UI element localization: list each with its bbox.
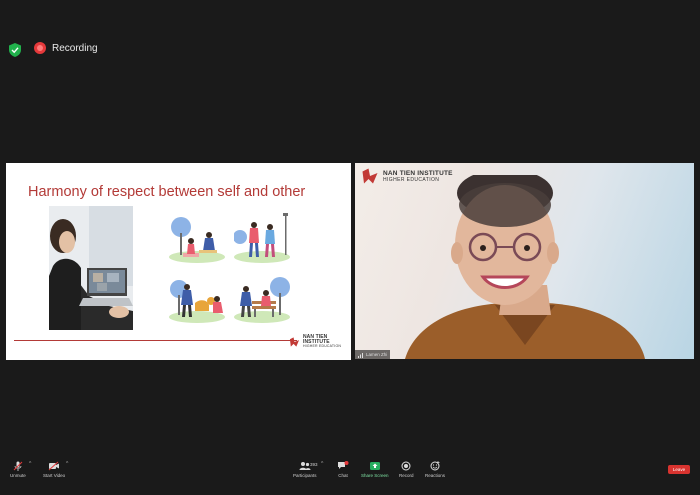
participant-video-person (405, 175, 645, 359)
chat-button[interactable]: Chat (337, 461, 349, 478)
reactions-button[interactable]: Reactions (425, 461, 445, 478)
slide-illustration-park-bench (234, 277, 290, 323)
slide-illustration-friends (234, 213, 290, 263)
signal-bars-icon (358, 352, 363, 358)
meeting-toolbar: Unmute ^ Start Video ^ Participants 393 … (0, 455, 700, 495)
share-screen-icon (369, 462, 380, 470)
camera-logo-line1: NAN TIEN INSTITUTE (383, 169, 453, 177)
unmute-label: Unmute (10, 473, 26, 478)
reactions-label: Reactions (425, 473, 446, 478)
start-video-button[interactable]: Start Video (43, 461, 65, 478)
shield-icon[interactable] (9, 43, 21, 57)
participants-chevron-icon[interactable]: ^ (321, 461, 323, 467)
shared-screen-slide: Harmony of respect between self and othe… (6, 163, 351, 360)
participants-icon (299, 462, 311, 470)
microphone-muted-icon (13, 461, 23, 471)
share-screen-button[interactable]: Share Screen (361, 461, 389, 478)
slide-title: Harmony of respect between self and othe… (28, 184, 306, 200)
video-off-icon (48, 461, 60, 471)
participants-label: Participants (293, 473, 317, 478)
record-icon (401, 461, 411, 471)
slide-logo-line2: HIGHER EDUCATION (302, 344, 342, 348)
slide-illustration-dog-walk (169, 280, 225, 323)
recording-dot-icon (34, 42, 46, 54)
recording-indicator[interactable]: Recording (34, 42, 98, 54)
leave-button[interactable]: Leave (668, 465, 690, 474)
camera-logo-line2: HIGHER EDUCATION (383, 176, 440, 183)
nan-tien-logo-icon (289, 337, 300, 347)
camera-logo: NAN TIEN INSTITUTE HIGHER EDUCATION (361, 167, 453, 185)
slide-illustration-picnic (169, 217, 225, 263)
participants-count: 393 (310, 462, 318, 467)
unmute-button[interactable]: Unmute (10, 461, 26, 478)
audio-options-chevron-icon[interactable]: ^ (29, 461, 31, 467)
start-video-label: Start Video (43, 473, 66, 478)
record-button[interactable]: Record (399, 461, 414, 478)
participant-name: Lamen Zhi (366, 352, 388, 357)
slide-divider-line (14, 340, 297, 341)
recording-label: Recording (52, 42, 98, 54)
chat-label: Chat (338, 473, 348, 478)
slide-photo-video-call (49, 206, 133, 330)
chat-icon (338, 461, 349, 469)
slide-logo: NAN TIEN INSTITUTE HIGHER EDUCATION (289, 335, 351, 349)
nan-tien-logo-icon (362, 168, 378, 184)
video-options-chevron-icon[interactable]: ^ (66, 461, 68, 467)
share-screen-label: Share Screen (361, 473, 389, 478)
participant-video-tile[interactable]: NAN TIEN INSTITUTE HIGHER EDUCATION Lame… (355, 163, 694, 359)
reactions-smiley-icon (430, 461, 440, 471)
record-label: Record (399, 473, 414, 478)
participant-name-tag: Lamen Zhi (355, 350, 391, 359)
